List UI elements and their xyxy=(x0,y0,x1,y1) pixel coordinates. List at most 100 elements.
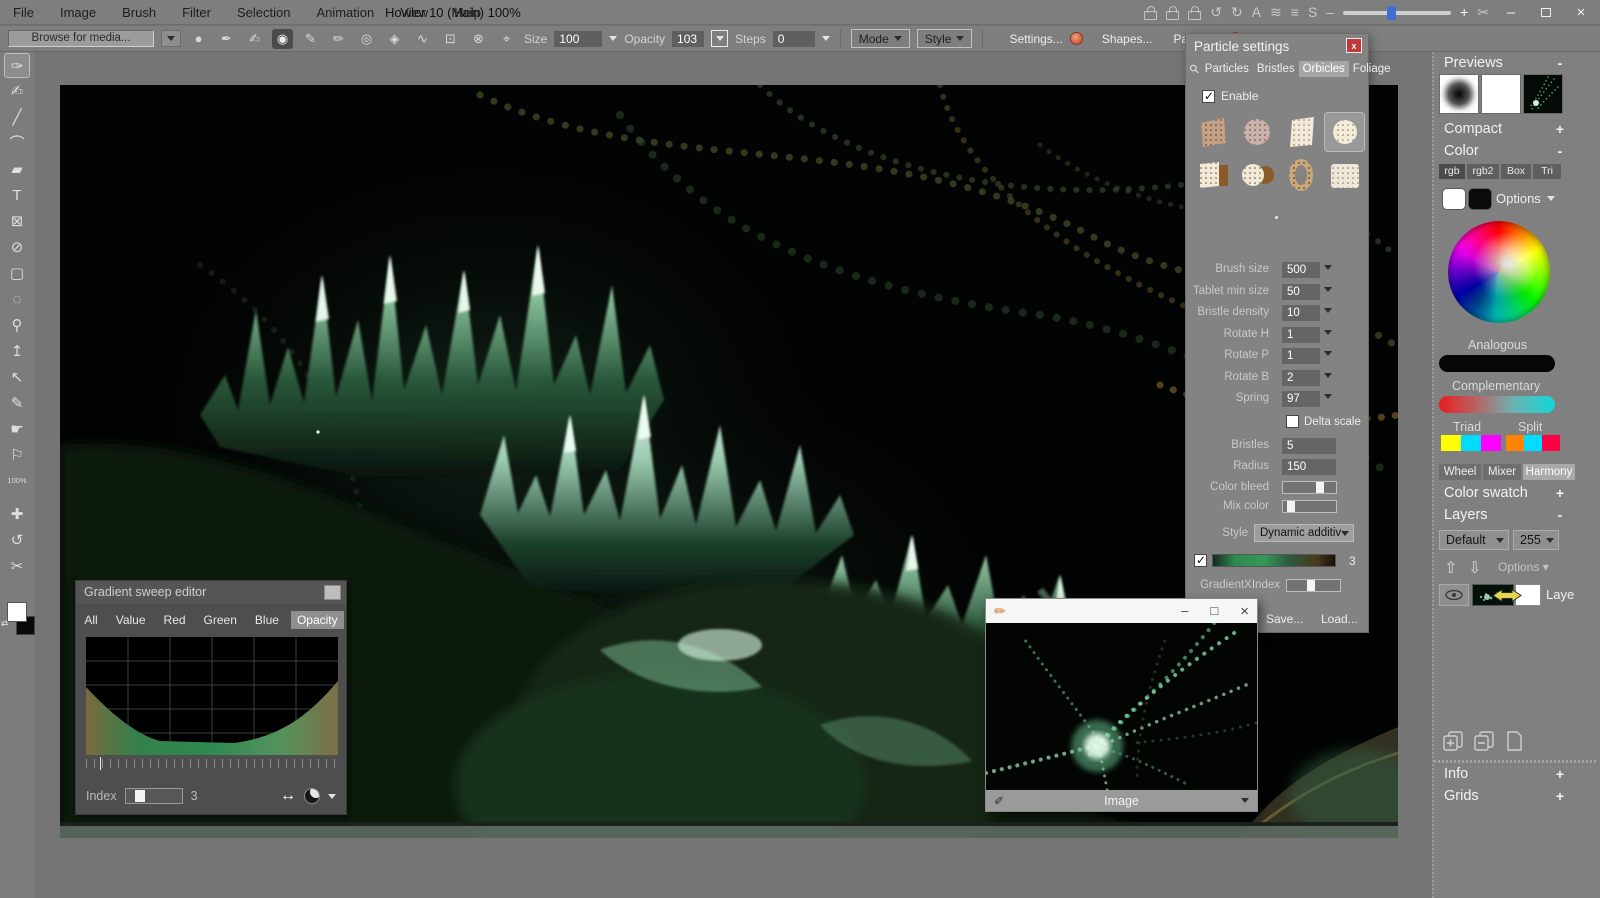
rotate-p-dropdown-icon[interactable] xyxy=(1324,351,1332,356)
save-button[interactable]: Save... xyxy=(1266,612,1303,626)
color-bleed-slider[interactable] xyxy=(1282,481,1337,494)
menu-image[interactable]: Image xyxy=(47,5,109,20)
color-swatch-expand-icon[interactable]: + xyxy=(1553,485,1567,501)
window-close-button[interactable]: × xyxy=(1568,4,1594,21)
ge-tab-blue[interactable]: Blue xyxy=(249,611,285,629)
previews-section-header[interactable]: Previews xyxy=(1444,55,1503,71)
tab-wheel[interactable]: Wheel xyxy=(1439,464,1481,480)
orbicle-preset-4-selected[interactable] xyxy=(1324,112,1365,152)
layer-visibility-eye-icon[interactable] xyxy=(1439,584,1469,606)
brush-size-input[interactable]: 500 xyxy=(1282,262,1320,278)
split-swatch-2[interactable] xyxy=(1524,435,1542,451)
menu-animation[interactable]: Animation xyxy=(303,5,387,20)
tab-particles[interactable]: Particles xyxy=(1201,61,1253,77)
line-tool[interactable]: ╱ xyxy=(4,105,30,130)
layer-drag-arrow-icon[interactable] xyxy=(1491,588,1523,608)
ge-tab-value[interactable]: Value xyxy=(110,611,152,629)
erase-icon[interactable]: ⊗ xyxy=(468,31,489,47)
diamond-icon[interactable]: ◈ xyxy=(384,31,405,47)
move-tool[interactable]: ✚ xyxy=(4,502,30,527)
opacity-curve-graph[interactable] xyxy=(86,637,338,755)
smear-tool[interactable]: ✍ xyxy=(4,79,30,104)
orbicle-preset-2[interactable] xyxy=(1236,112,1277,152)
bristle-density-dropdown-icon[interactable] xyxy=(1324,308,1332,313)
layers-section-header[interactable]: Layers xyxy=(1444,507,1488,523)
style-dropdown-icon[interactable] xyxy=(1341,531,1349,536)
spring-input[interactable]: 97 xyxy=(1282,391,1320,407)
index-slider[interactable] xyxy=(125,788,183,804)
eye-preview-icon[interactable]: ◉ xyxy=(272,29,293,49)
spring-dropdown-icon[interactable] xyxy=(1324,394,1332,399)
window-minimize-button[interactable]: – xyxy=(1498,4,1524,21)
color-swatch-section-header[interactable]: Color swatch xyxy=(1444,485,1528,501)
mix-color-slider[interactable] xyxy=(1282,500,1337,513)
gradientxindex-thumb[interactable] xyxy=(1307,580,1315,591)
pencil-icon[interactable]: ✏ xyxy=(328,31,349,47)
grids-expand-icon[interactable]: + xyxy=(1553,788,1567,804)
info-section-header[interactable]: Info xyxy=(1444,766,1468,782)
gradient-ruler-indicator[interactable] xyxy=(100,757,101,770)
grids-section-header[interactable]: Grids xyxy=(1444,788,1479,804)
index-slider-thumb[interactable] xyxy=(135,790,145,802)
pointer-tool[interactable]: ↖ xyxy=(4,365,30,390)
orbicle-preset-6[interactable] xyxy=(1236,155,1277,195)
color-collapse-icon[interactable]: - xyxy=(1553,143,1567,159)
steps-input[interactable]: 0 xyxy=(773,31,815,47)
color-section-header[interactable]: Color xyxy=(1444,143,1479,159)
knife-tool-icon[interactable]: ✂ xyxy=(1477,0,1489,25)
filled-rect-tool[interactable]: ⊠ xyxy=(4,209,30,234)
browse-media-dropdown[interactable] xyxy=(161,30,181,47)
add-layer-icon[interactable] xyxy=(1442,730,1466,757)
brush-tool[interactable]: ✑ xyxy=(4,53,30,78)
layers-options-dropdown[interactable]: Options ▾ xyxy=(1498,560,1549,574)
gradientxindex-slider[interactable] xyxy=(1286,579,1341,592)
analogous-bar[interactable] xyxy=(1439,355,1555,372)
wave-icon[interactable]: ≋ xyxy=(1270,0,1282,25)
brush-shape-preview[interactable] xyxy=(1439,74,1479,114)
lock-icon-2[interactable] xyxy=(1166,11,1179,20)
pen-tip-icon[interactable]: ✒ xyxy=(216,31,237,47)
sphere-preview-icon[interactable] xyxy=(304,788,320,804)
gradient-editor-title[interactable]: Gradient sweep editor xyxy=(76,581,346,604)
load-button[interactable]: Load... xyxy=(1321,612,1358,626)
remove-layer-icon[interactable] xyxy=(1473,730,1497,757)
cut-tool[interactable]: ✂ xyxy=(4,554,30,579)
foreground-color-swatch[interactable] xyxy=(7,602,27,622)
split-swatch-1[interactable] xyxy=(1506,435,1524,451)
dot-brush-icon[interactable]: ● xyxy=(188,31,209,46)
opacity-input[interactable]: 103 xyxy=(672,31,704,47)
smudge-icon[interactable]: ✍ xyxy=(244,31,265,47)
secondary-color-swatch[interactable] xyxy=(1468,188,1492,210)
style-select[interactable]: Dynamic additiv xyxy=(1254,524,1354,542)
layer-opacity-select[interactable]: 255 xyxy=(1513,530,1559,550)
split-swatch-3[interactable] xyxy=(1542,435,1560,451)
lines-icon[interactable]: ≡ xyxy=(1291,0,1299,25)
orbicle-preset-7[interactable] xyxy=(1280,155,1321,195)
filled-ellipse-tool[interactable]: ⊘ xyxy=(4,235,30,260)
triad-swatch-2[interactable] xyxy=(1461,435,1481,451)
zoom-in-icon[interactable]: + xyxy=(1460,0,1468,25)
delta-scale-checkbox[interactable] xyxy=(1286,415,1299,428)
compact-expand-icon[interactable]: + xyxy=(1553,121,1567,137)
smooth-icon[interactable]: S xyxy=(1308,0,1317,25)
undo-icon[interactable]: ↺ xyxy=(1210,0,1222,25)
color-options-dropdown[interactable]: Options xyxy=(1496,191,1555,206)
radius-input[interactable]: 150 xyxy=(1282,459,1336,475)
style-button[interactable]: Style xyxy=(917,29,973,48)
menu-selection[interactable]: Selection xyxy=(224,5,303,20)
primary-color-swatch[interactable] xyxy=(1442,188,1466,210)
paper-noise-preview[interactable] xyxy=(1481,74,1521,114)
mode-button[interactable]: Mode xyxy=(851,29,910,48)
tab-mixer[interactable]: Mixer xyxy=(1483,464,1521,480)
spline-text-icon[interactable]: A xyxy=(1252,0,1261,25)
lock-icon-3[interactable] xyxy=(1188,11,1201,20)
image-window-close-button[interactable]: × xyxy=(1240,603,1249,620)
stroke-preview[interactable] xyxy=(1523,74,1563,114)
rotate-h-input[interactable]: 1 xyxy=(1282,327,1320,343)
rotate-b-input[interactable]: 2 xyxy=(1282,370,1320,386)
pen-icon[interactable]: ✎ xyxy=(300,31,321,47)
enable-checkbox[interactable] xyxy=(1202,90,1215,103)
ge-tab-all[interactable]: All xyxy=(78,611,103,629)
rotate-p-input[interactable]: 1 xyxy=(1282,348,1320,364)
expand-arrows-icon[interactable]: ↔ xyxy=(280,787,296,805)
